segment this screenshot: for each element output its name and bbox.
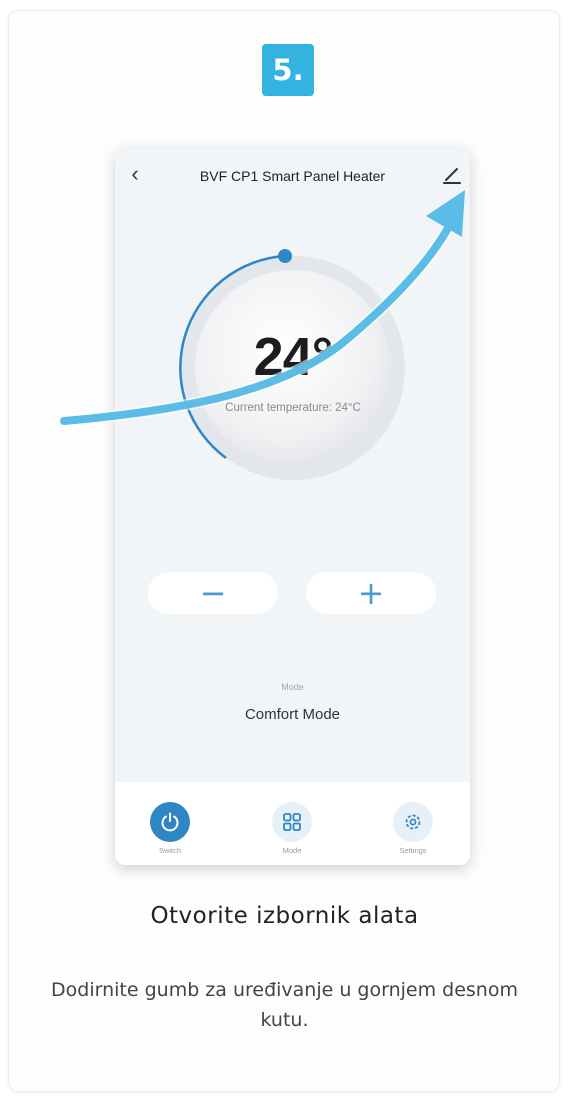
app-header: ‹ BVF CP1 Smart Panel Heater bbox=[115, 148, 470, 202]
back-button[interactable]: ‹ bbox=[123, 162, 147, 188]
temperature-dial[interactable]: 24° Current temperature: 24°C bbox=[163, 238, 423, 498]
power-icon bbox=[150, 802, 190, 842]
tab-settings-label: Settings bbox=[399, 846, 427, 855]
step-number-badge: 5. bbox=[262, 44, 314, 96]
tab-switch[interactable]: Switch bbox=[130, 782, 210, 865]
step-title: Otvorite izbornik alata bbox=[150, 903, 419, 929]
tab-switch-label: Switch bbox=[158, 846, 182, 855]
bottom-tab-bar: Switch Mode Settings bbox=[115, 782, 470, 865]
gear-icon bbox=[393, 802, 433, 842]
tab-mode[interactable]: Mode bbox=[252, 782, 332, 865]
tab-settings[interactable]: Settings bbox=[373, 782, 453, 865]
grid-icon bbox=[272, 802, 312, 842]
step-description: Dodirnite gumb za uređivanje u gornjem d… bbox=[51, 979, 518, 1031]
increase-temperature-button[interactable]: + bbox=[306, 572, 436, 614]
plus-icon: + bbox=[357, 574, 385, 612]
dial-handle[interactable] bbox=[278, 249, 292, 263]
pencil-icon bbox=[443, 168, 461, 184]
mode-value: Comfort Mode bbox=[244, 706, 341, 723]
decrease-temperature-button[interactable]: − bbox=[148, 572, 278, 614]
setpoint-temperature: 24° bbox=[253, 327, 334, 387]
current-temperature: Current temperature: 24°C bbox=[225, 402, 361, 414]
mode-caption: Mode bbox=[281, 682, 304, 692]
minus-icon: − bbox=[199, 574, 227, 612]
phone-screenshot: ‹ BVF CP1 Smart Panel Heater 24° Current… bbox=[115, 148, 470, 865]
chevron-left-icon: ‹ bbox=[131, 161, 139, 186]
app-title: BVF CP1 Smart Panel Heater bbox=[199, 168, 386, 184]
edit-button[interactable] bbox=[440, 162, 464, 186]
tab-mode-label: Mode bbox=[282, 846, 302, 855]
